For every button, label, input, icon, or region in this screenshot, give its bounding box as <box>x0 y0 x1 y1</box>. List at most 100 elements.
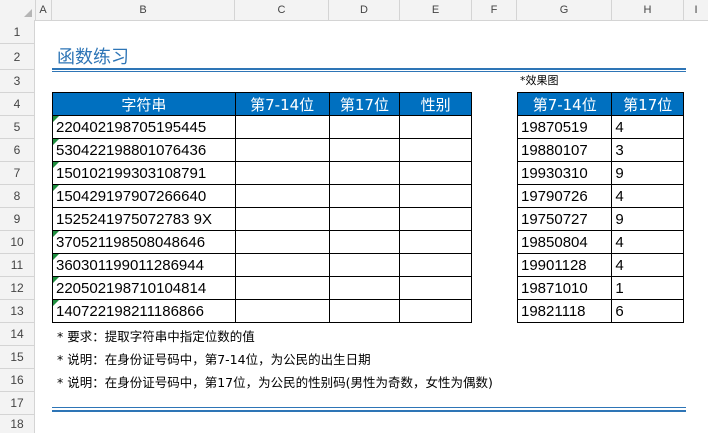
column-header-f[interactable]: F <box>472 0 517 20</box>
birthdate-cell[interactable]: 19821118 <box>516 299 613 323</box>
birthdate-cell[interactable]: 19850804 <box>516 230 613 254</box>
gender-code-cell[interactable]: 1 <box>611 276 684 300</box>
empty-cell[interactable] <box>399 230 472 254</box>
row-header-8[interactable]: 8 <box>0 185 35 208</box>
gender-code-cell[interactable]: 4 <box>611 184 684 208</box>
select-all-corner[interactable] <box>0 0 36 20</box>
empty-cell[interactable] <box>234 115 330 139</box>
row-header-7[interactable]: 7 <box>0 162 35 185</box>
id-string-cell[interactable]: 150102199303108791 <box>52 161 236 185</box>
empty-cell[interactable] <box>234 207 330 231</box>
table-row: 220402198705195445 <box>52 115 472 139</box>
id-string-cell[interactable]: 220402198705195445 <box>52 115 236 139</box>
row-header-10[interactable]: 10 <box>0 231 35 254</box>
table-row: 19850804 4 <box>516 230 684 254</box>
column-header-i[interactable]: I <box>684 0 708 20</box>
row-header-16[interactable]: 16 <box>0 369 35 392</box>
row-header-18[interactable]: 18 <box>0 415 35 433</box>
birthdate-cell[interactable]: 19930310 <box>516 161 613 185</box>
effect-table: 第7-14位 第17位 19870519 4 19880107 3 19930310… <box>516 92 684 323</box>
column-header-e[interactable]: E <box>400 0 472 20</box>
effect-table-header-row: 第7-14位 第17位 <box>516 92 684 116</box>
row-header-17[interactable]: 17 <box>0 392 35 415</box>
row-header-3[interactable]: 3 <box>0 70 35 93</box>
header-digits-7-14[interactable]: 第7-14位 <box>234 92 330 116</box>
header-digit-17[interactable]: 第17位 <box>328 92 401 116</box>
table-row: 19930310 9 <box>516 161 684 185</box>
row-header-12[interactable]: 12 <box>0 277 35 300</box>
gender-code-cell[interactable]: 4 <box>611 230 684 254</box>
empty-cell[interactable] <box>399 184 472 208</box>
empty-cell[interactable] <box>399 138 472 162</box>
header-gender[interactable]: 性别 <box>399 92 472 116</box>
id-string-cell[interactable]: 150429197907266640 <box>52 184 236 208</box>
id-string-cell[interactable]: 360301199011286944 <box>52 253 236 277</box>
empty-cell[interactable] <box>399 299 472 323</box>
row-header-6[interactable]: 6 <box>0 139 35 162</box>
row-header-4[interactable]: 4 <box>0 93 35 116</box>
column-header-h[interactable]: H <box>612 0 684 20</box>
column-header-c[interactable]: C <box>235 0 329 20</box>
column-header-g[interactable]: G <box>517 0 612 20</box>
gender-code-cell[interactable]: 9 <box>611 207 684 231</box>
main-table-header-row: 字符串 第7-14位 第17位 性别 <box>52 92 472 116</box>
empty-cell[interactable] <box>234 230 330 254</box>
empty-cell[interactable] <box>234 138 330 162</box>
row-header-9[interactable]: 9 <box>0 208 35 231</box>
id-string-cell[interactable]: 140722198211186866 <box>52 299 236 323</box>
empty-cell[interactable] <box>234 276 330 300</box>
header-string[interactable]: 字符串 <box>52 92 236 116</box>
empty-cell[interactable] <box>234 253 330 277</box>
birthdate-cell[interactable]: 19870519 <box>516 115 613 139</box>
empty-cell[interactable] <box>328 161 401 185</box>
empty-cell[interactable] <box>328 230 401 254</box>
birthdate-cell[interactable]: 19880107 <box>516 138 613 162</box>
id-string-cell[interactable]: 1525241975072783 9X <box>52 207 236 231</box>
empty-cell[interactable] <box>328 115 401 139</box>
empty-cell[interactable] <box>399 161 472 185</box>
birthdate-cell[interactable]: 19901128 <box>516 253 613 277</box>
birthdate-cell[interactable]: 19871010 <box>516 276 613 300</box>
gender-code-cell[interactable]: 3 <box>611 138 684 162</box>
empty-cell[interactable] <box>328 207 401 231</box>
empty-cell[interactable] <box>328 253 401 277</box>
column-header-d[interactable]: D <box>329 0 400 20</box>
empty-cell[interactable] <box>328 299 401 323</box>
title-underline <box>52 68 686 70</box>
empty-cell[interactable] <box>399 276 472 300</box>
column-header-b[interactable]: B <box>52 0 235 20</box>
birthdate-cell[interactable]: 19790726 <box>516 184 613 208</box>
row-header-15[interactable]: 15 <box>0 346 35 369</box>
effect-header-digit-17[interactable]: 第17位 <box>611 92 684 116</box>
id-string-cell[interactable]: 220502198710104814 <box>52 276 236 300</box>
empty-cell[interactable] <box>399 253 472 277</box>
row-header-2[interactable]: 2 <box>0 44 35 70</box>
table-row: 530422198801076436 <box>52 138 472 162</box>
gender-code-cell[interactable]: 4 <box>611 253 684 277</box>
gender-code-cell[interactable]: 6 <box>611 299 684 323</box>
empty-cell[interactable] <box>328 184 401 208</box>
row-header-5[interactable]: 5 <box>0 116 35 139</box>
empty-cell[interactable] <box>234 299 330 323</box>
table-row: 19821118 6 <box>516 299 684 323</box>
column-header-a[interactable]: A <box>35 0 52 20</box>
id-string-cell[interactable]: 530422198801076436 <box>52 138 236 162</box>
table-row: 19750727 9 <box>516 207 684 231</box>
gender-code-cell[interactable]: 4 <box>611 115 684 139</box>
effect-header-digits-7-14[interactable]: 第7-14位 <box>516 92 613 116</box>
id-string-cell[interactable]: 370521198508048646 <box>52 230 236 254</box>
row-header-1[interactable]: 1 <box>0 20 35 44</box>
row-header-14[interactable]: 14 <box>0 323 35 346</box>
row-header-13[interactable]: 13 <box>0 300 35 323</box>
empty-cell[interactable] <box>234 161 330 185</box>
empty-cell[interactable] <box>399 115 472 139</box>
table-row: 19880107 3 <box>516 138 684 162</box>
gender-code-cell[interactable]: 9 <box>611 161 684 185</box>
empty-cell[interactable] <box>234 184 330 208</box>
empty-cell[interactable] <box>399 207 472 231</box>
table-row: 150429197907266640 <box>52 184 472 208</box>
empty-cell[interactable] <box>328 138 401 162</box>
birthdate-cell[interactable]: 19750727 <box>516 207 613 231</box>
row-header-11[interactable]: 11 <box>0 254 35 277</box>
empty-cell[interactable] <box>328 276 401 300</box>
